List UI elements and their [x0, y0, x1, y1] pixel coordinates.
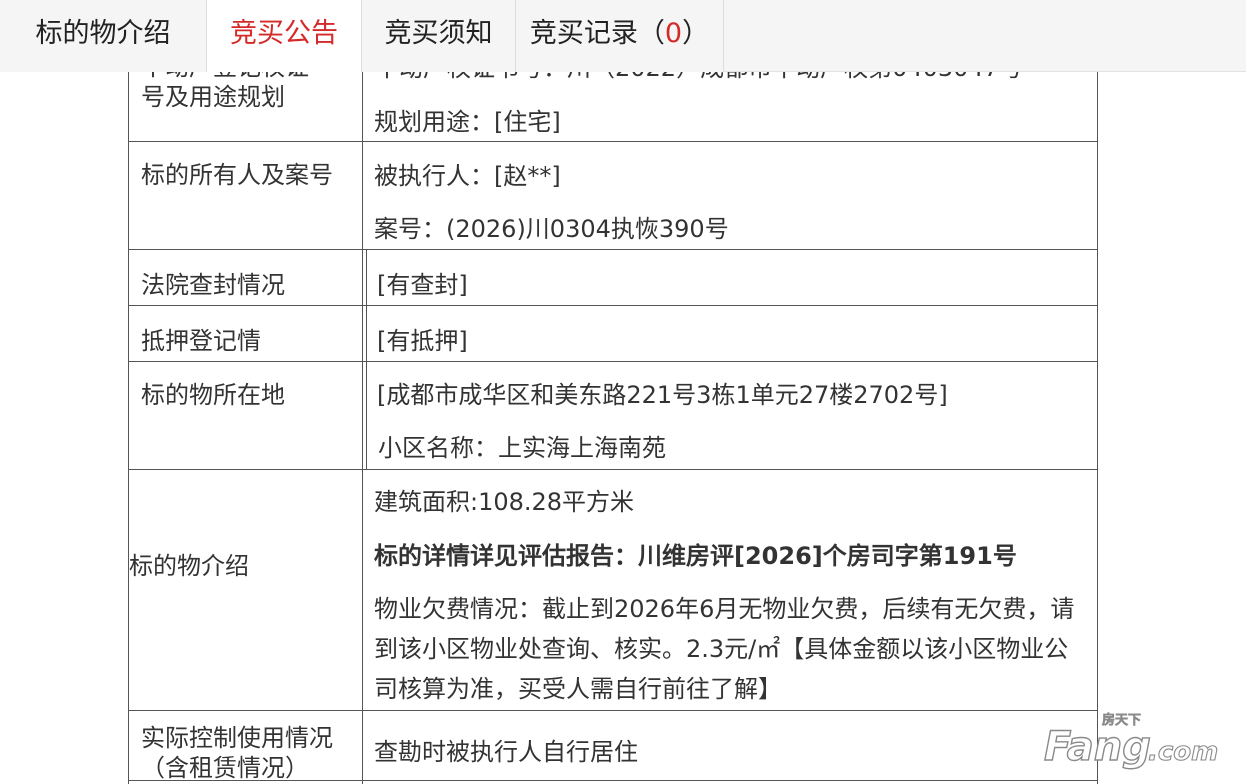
- row-divider: [128, 305, 1098, 306]
- tab-bar: 标的物介绍 竞买公告 竞买须知 竞买记录（0）: [0, 0, 1246, 72]
- watermark-suffix-text: .com: [1148, 737, 1218, 767]
- row-divider: [128, 361, 1098, 362]
- row-divider: [128, 469, 1098, 470]
- mortgage-label: 抵押登记情: [141, 327, 261, 355]
- row-divider: [128, 141, 1098, 142]
- appraisal-report: 标的详情详见评估报告：川维房评[2026]个房司字第191号: [374, 542, 1017, 570]
- community-name: 小区名称：上实海上海南苑: [378, 434, 666, 462]
- mortgage-status: [有抵押]: [377, 327, 468, 355]
- tab-label: 竞买须知: [384, 18, 493, 49]
- tab-item-intro[interactable]: 标的物介绍: [0, 0, 207, 72]
- table-column-divider: [366, 250, 367, 470]
- row-divider: [128, 710, 1098, 711]
- location-label: 标的物所在地: [141, 381, 285, 409]
- bid-count: 0: [664, 18, 683, 49]
- table-border-left: [128, 0, 129, 784]
- seal-label: 法院查封情况: [141, 271, 285, 299]
- building-area: 建筑面积:108.28平方米: [374, 488, 635, 516]
- tab-label: 竞买记录（: [529, 18, 665, 49]
- cert-label-line2: 号及用途规划: [141, 83, 285, 111]
- table-border-right: [1097, 0, 1098, 784]
- auction-detail-table: 不动产登记权证 号及用途规划 不动产权证书号：川（2022）成都市不动产权第04…: [0, 0, 1246, 784]
- table-column-divider: [362, 470, 363, 784]
- tab-label: 标的物介绍: [35, 18, 171, 49]
- tab-label: 竞买公告: [230, 18, 338, 49]
- executed-person: 被执行人：[赵**]: [374, 162, 561, 190]
- row-divider: [128, 249, 1098, 250]
- tab-bid-records[interactable]: 竞买记录（0）: [516, 0, 724, 72]
- property-fee-status: 物业欠费情况：截止到2026年6月无物业欠费，后续有无欠费，请到该小区物业处查询…: [374, 595, 1075, 703]
- owner-label: 标的所有人及案号: [141, 161, 333, 189]
- watermark-main-text: Fang: [1044, 724, 1151, 770]
- planned-use: 规划用途：[住宅]: [374, 108, 561, 136]
- tab-auction-notice[interactable]: 竞买公告: [207, 0, 362, 72]
- case-number: 案号：(2026)川0304执恢390号: [374, 215, 729, 243]
- tab-auction-rules[interactable]: 竞买须知: [362, 0, 516, 72]
- control-status: 查勘时被执行人自行居住: [374, 738, 638, 766]
- fang-logo-watermark: 房天下 Fang .com: [1043, 712, 1219, 770]
- control-label: 实际控制使用情况（含租赁情况）: [141, 724, 333, 782]
- intro-label: 标的物介绍: [129, 552, 249, 580]
- seal-status: [有查封]: [377, 271, 468, 299]
- tab-label-suffix: ）: [682, 18, 710, 49]
- property-address: [成都市成华区和美东路221号3栋1单元27楼2702号]: [377, 381, 948, 409]
